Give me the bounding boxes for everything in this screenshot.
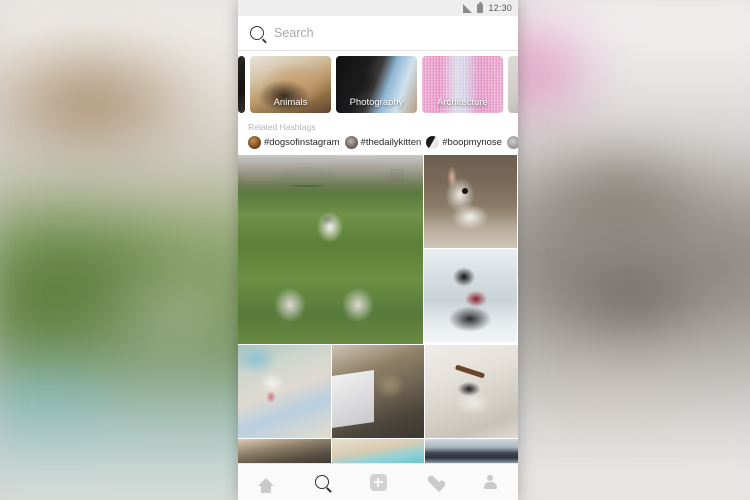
search-input[interactable]: Search xyxy=(274,26,314,40)
decor-trash-bin xyxy=(390,169,404,182)
heart-icon xyxy=(427,475,441,489)
chip-label: Architecture xyxy=(437,97,488,108)
nav-add[interactable] xyxy=(355,465,401,499)
decor-eye xyxy=(462,188,468,194)
nav-home[interactable] xyxy=(243,465,289,499)
related-hashtags-section: Related Hashtags #dogsofinstagram #theda… xyxy=(238,119,518,155)
category-chip-photography[interactable]: Photography xyxy=(336,56,417,113)
category-chips-section: Animals Photography Architecture Dec xyxy=(238,51,518,119)
status-bar: 12:30 xyxy=(238,0,518,16)
decor-bush xyxy=(278,167,336,187)
photo-cat-with-laptop[interactable] xyxy=(331,345,425,438)
hashtag-partial-next[interactable] xyxy=(506,136,518,149)
hashtag-label: #dogsofinstagram xyxy=(264,137,340,148)
decor-building xyxy=(334,159,378,181)
hashtag-avatar xyxy=(248,136,261,149)
nav-profile[interactable] xyxy=(467,465,513,499)
hashtag-label: #thedailykitten xyxy=(360,137,422,148)
category-chip-decor[interactable]: Dec xyxy=(508,56,518,113)
category-chip-architecture[interactable]: Architecture xyxy=(422,56,503,113)
photo-city-skyline[interactable] xyxy=(425,439,518,463)
battery-icon xyxy=(477,1,484,13)
hashtag-avatar xyxy=(426,136,440,149)
signal-icon xyxy=(463,3,473,13)
related-hashtags-title: Related Hashtags xyxy=(248,122,316,132)
decor-collar xyxy=(455,364,486,379)
chip-thumbnail xyxy=(508,56,518,113)
chip-label: Animals xyxy=(273,97,308,108)
nav-search[interactable] xyxy=(299,465,345,499)
phone-screen: 12:30 Search Animals Photography Archite… xyxy=(238,0,518,500)
photo-dog-in-snow[interactable] xyxy=(424,249,517,342)
grid-right-column xyxy=(424,155,517,344)
hashtag-boopmynose[interactable]: #boopmynose xyxy=(426,136,502,149)
related-hashtags-scroller[interactable]: #dogsofinstagram #thedailykitten #boopmy… xyxy=(248,136,518,149)
decor-laptop xyxy=(331,370,374,428)
category-chips-scroller[interactable]: Animals Photography Architecture Dec xyxy=(238,56,518,113)
decor-building xyxy=(244,157,300,181)
hashtag-label: #boopmynose xyxy=(442,137,502,148)
hashtag-avatar xyxy=(344,136,358,149)
explore-photo-grid xyxy=(238,155,518,463)
photo-dog-in-park[interactable] xyxy=(238,155,423,344)
photo-bull-terrier-on-bed[interactable] xyxy=(425,345,518,438)
grid-row xyxy=(238,439,518,463)
plus-square-icon xyxy=(369,473,387,491)
background-right xyxy=(500,0,750,500)
category-chip-partial-left[interactable] xyxy=(238,56,245,113)
chip-thumbnail xyxy=(238,56,245,113)
chip-label: Photography xyxy=(349,97,404,108)
grid-row xyxy=(238,345,518,438)
photo-cat-on-blanket[interactable] xyxy=(331,439,425,463)
hashtag-avatar xyxy=(506,136,518,149)
grid-row xyxy=(238,155,518,344)
search-icon xyxy=(250,26,264,40)
category-chip-animals[interactable]: Animals xyxy=(250,56,331,113)
home-icon xyxy=(258,478,274,493)
search-icon xyxy=(315,475,329,489)
screenshot-stage: 12:30 Search Animals Photography Archite… xyxy=(0,0,750,500)
person-icon xyxy=(483,474,498,490)
bottom-navigation-bar xyxy=(238,463,518,500)
hashtag-dogsofinstagram[interactable]: #dogsofinstagram xyxy=(248,136,340,149)
photo-rabbit[interactable] xyxy=(424,155,517,248)
search-bar[interactable]: Search xyxy=(238,16,518,51)
photo-cat-closeup[interactable] xyxy=(238,439,331,463)
nav-activity[interactable] xyxy=(411,465,457,499)
hashtag-thedailykitten[interactable]: #thedailykitten xyxy=(344,136,422,149)
photo-pitbull-mural[interactable] xyxy=(238,345,331,438)
status-bar-time: 12:30 xyxy=(488,3,512,13)
